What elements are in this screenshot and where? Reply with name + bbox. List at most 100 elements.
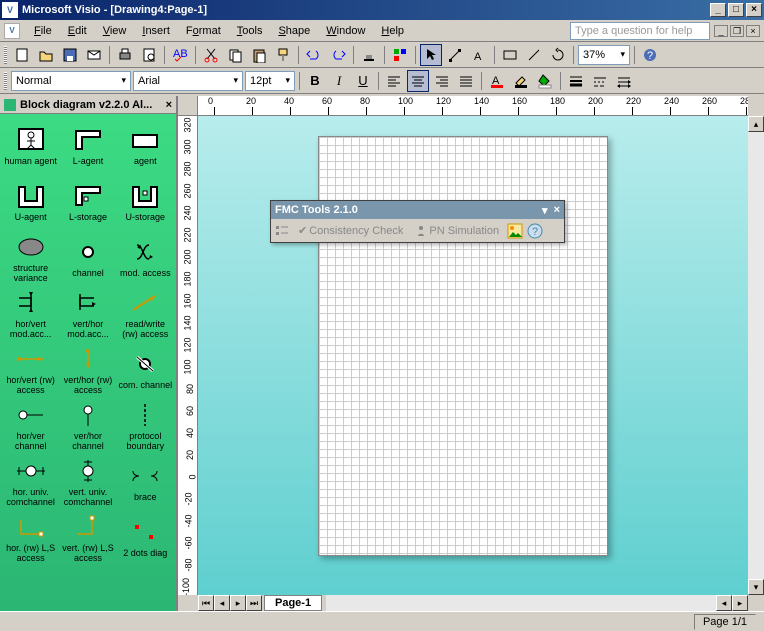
print-button[interactable] [114, 44, 136, 66]
canvas-viewport[interactable] [198, 116, 748, 595]
menu-edit[interactable]: Edit [60, 23, 95, 39]
shape-com-channel[interactable]: com. channel [117, 342, 174, 398]
paste-button[interactable] [248, 44, 270, 66]
font-combo[interactable]: Arial▾ [133, 71, 243, 91]
menu-tools[interactable]: Tools [229, 23, 271, 39]
shape-ver-hor-channel[interactable]: ver/hor channel [59, 398, 116, 454]
rotate-tool-button[interactable] [547, 44, 569, 66]
shape-agent[interactable]: agent [117, 118, 174, 174]
scroll-right-button[interactable]: ▸ [732, 595, 748, 611]
vertical-scrollbar[interactable]: ▴ ▾ [748, 116, 764, 595]
menu-help[interactable]: Help [373, 23, 412, 39]
shape-vert-hor-mod-acc-[interactable]: vert/hor mod.acc... [59, 286, 116, 342]
fill-color-button[interactable] [534, 70, 556, 92]
fmc-tools-options-button[interactable]: ▾ [542, 204, 548, 217]
fmc-tools-close-button[interactable]: × [554, 204, 560, 216]
shape-hor-univ-comchannel[interactable]: hor. univ. comchannel [2, 454, 59, 510]
align-center-button[interactable] [407, 70, 429, 92]
pointer-tool-button[interactable] [420, 44, 442, 66]
shape-vert-univ-comchannel[interactable]: vert. univ. comchannel [59, 454, 116, 510]
copy-button[interactable] [224, 44, 246, 66]
tab-last-button[interactable]: ⏭ [246, 595, 262, 611]
page-tab[interactable]: Page-1 [264, 595, 322, 611]
tab-first-button[interactable]: ⏮ [198, 595, 214, 611]
menu-view[interactable]: View [95, 23, 135, 39]
stamp-button[interactable] [358, 44, 380, 66]
scroll-down-button[interactable]: ▾ [748, 579, 764, 595]
fmc-help-icon[interactable]: ? [527, 223, 543, 239]
fmc-list-icon[interactable] [274, 223, 290, 239]
align-left-button[interactable] [383, 70, 405, 92]
drawing-page[interactable] [318, 136, 608, 556]
help-search-input[interactable]: Type a question for help [570, 22, 710, 40]
email-button[interactable] [83, 44, 105, 66]
shapes-window-button[interactable] [389, 44, 411, 66]
menu-format[interactable]: Format [178, 23, 229, 39]
shape-l-storage[interactable]: L-storage [59, 174, 116, 230]
bold-button[interactable]: B [304, 70, 326, 92]
maximize-button[interactable]: □ [728, 3, 744, 17]
font-color-button[interactable]: A [486, 70, 508, 92]
connector-tool-button[interactable] [444, 44, 466, 66]
shape-vert-rw-l-s-access[interactable]: vert. (rw) L,S access [59, 510, 116, 566]
line-ends-button[interactable] [613, 70, 635, 92]
mdi-restore-button[interactable]: ❐ [730, 25, 744, 37]
menu-file[interactable]: File [26, 23, 60, 39]
shape-hor-vert-mod-acc-[interactable]: hor/vert mod.acc... [2, 286, 59, 342]
shape-human-agent[interactable]: human agent [2, 118, 59, 174]
consistency-check-button[interactable]: ✔ Consistency Check [294, 222, 407, 239]
italic-button[interactable]: I [328, 70, 350, 92]
horizontal-scrollbar[interactable]: ⏮ ◂ ▸ ⏭ Page-1 ◂ ▸ [198, 595, 748, 611]
shape-protocol-boundary[interactable]: protocol boundary [117, 398, 174, 454]
cut-button[interactable] [200, 44, 222, 66]
mdi-minimize-button[interactable]: _ [714, 25, 728, 37]
shape-brace[interactable]: brace [117, 454, 174, 510]
menu-insert[interactable]: Insert [134, 23, 178, 39]
toolbar-grip[interactable] [4, 46, 7, 64]
text-tool-button[interactable]: A [468, 44, 490, 66]
tab-next-button[interactable]: ▸ [230, 595, 246, 611]
help-icon[interactable]: ? [639, 44, 661, 66]
menu-shape[interactable]: Shape [270, 23, 318, 39]
pn-simulation-button[interactable]: PN Simulation [411, 223, 503, 239]
new-button[interactable] [11, 44, 33, 66]
line-tool-button[interactable] [523, 44, 545, 66]
open-button[interactable] [35, 44, 57, 66]
align-justify-button[interactable] [455, 70, 477, 92]
fmc-tools-titlebar[interactable]: FMC Tools 2.1.0 ▾ × [271, 201, 564, 219]
fmc-tools-window[interactable]: FMC Tools 2.1.0 ▾ × ✔ Consistency Check … [270, 200, 565, 243]
zoom-combo[interactable]: 37%▾ [578, 45, 630, 65]
minimize-button[interactable]: _ [710, 3, 726, 17]
shape-hor-rw-l-s-access[interactable]: hor. (rw) L,S access [2, 510, 59, 566]
fmc-image-icon[interactable] [507, 223, 523, 239]
shape-hor-vert-rw-access[interactable]: hor/vert (rw) access [2, 342, 59, 398]
stencil-close-button[interactable]: × [166, 99, 172, 111]
shape-read-write-rw-access[interactable]: read/write (rw) access [117, 286, 174, 342]
save-button[interactable] [59, 44, 81, 66]
toolbar-grip[interactable] [4, 72, 7, 90]
style-combo[interactable]: Normal▾ [11, 71, 131, 91]
menu-window[interactable]: Window [318, 23, 373, 39]
shape-channel[interactable]: channel [59, 230, 116, 286]
shape-l-agent[interactable]: L-agent [59, 118, 116, 174]
line-pattern-button[interactable] [589, 70, 611, 92]
shape-u-storage[interactable]: U-storage [117, 174, 174, 230]
format-painter-button[interactable] [272, 44, 294, 66]
fontsize-combo[interactable]: 12pt▾ [245, 71, 295, 91]
close-button[interactable]: × [746, 3, 762, 17]
redo-button[interactable] [327, 44, 349, 66]
scroll-left-button[interactable]: ◂ [716, 595, 732, 611]
doc-icon[interactable]: V [4, 23, 20, 39]
shape-hor-ver-channel[interactable]: hor/ver channel [2, 398, 59, 454]
line-weight-button[interactable] [565, 70, 587, 92]
tab-prev-button[interactable]: ◂ [214, 595, 230, 611]
shape-2-dots-diag[interactable]: 2 dots diag [117, 510, 174, 566]
shape-structure-variance[interactable]: structure variance [2, 230, 59, 286]
shape-vert-hor-rw-access[interactable]: vert/hor (rw) access [59, 342, 116, 398]
underline-button[interactable]: U [352, 70, 374, 92]
shape-mod-access[interactable]: mod. access [117, 230, 174, 286]
scroll-up-button[interactable]: ▴ [748, 116, 764, 132]
rectangle-tool-button[interactable] [499, 44, 521, 66]
print-preview-button[interactable] [138, 44, 160, 66]
mdi-close-button[interactable]: × [746, 25, 760, 37]
